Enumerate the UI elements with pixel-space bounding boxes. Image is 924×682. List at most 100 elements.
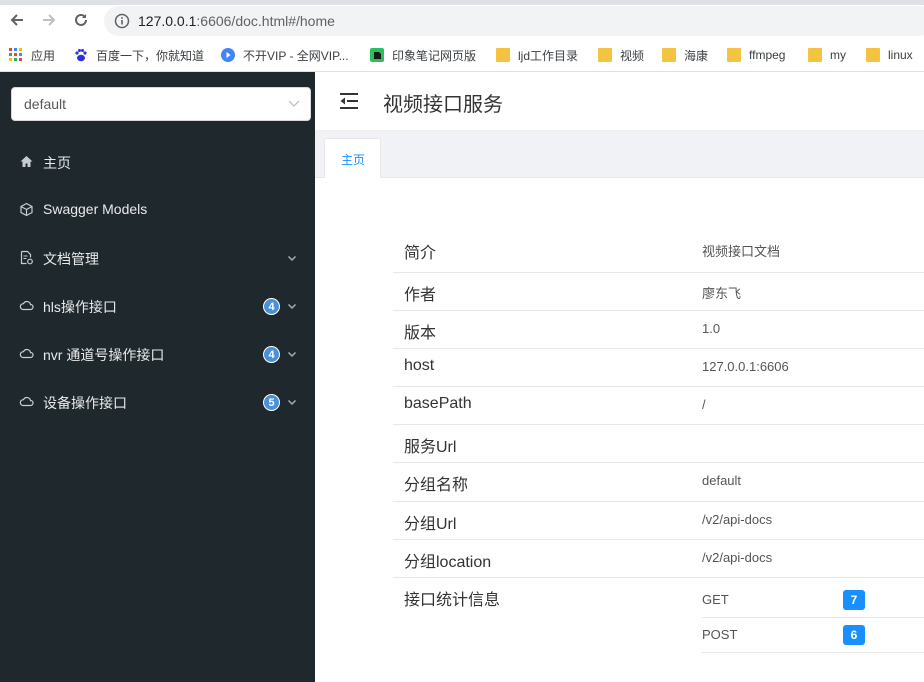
bookmark-label: 百度一下，你就知道	[96, 48, 205, 63]
bookmark-folder-hikvision[interactable]: 海康	[662, 46, 708, 64]
chevron-down-icon	[287, 255, 297, 262]
menu-fold-icon[interactable]	[339, 92, 359, 110]
bookmark-baidu[interactable]: 百度一下，你就知道	[74, 46, 204, 64]
info-value: 视频接口文档	[702, 244, 781, 259]
info-row-group-location: 分组location /v2/api-docs	[393, 540, 924, 578]
forward-arrow-icon	[43, 14, 56, 26]
info-value: /v2/api-docs	[702, 550, 773, 565]
bookmark-label: ffmpeg	[749, 48, 786, 62]
info-key: 作者	[404, 287, 437, 304]
info-value: 127.0.0.1:6606	[702, 359, 789, 374]
group-select[interactable]: default	[11, 87, 311, 121]
document-gear-icon	[20, 250, 33, 265]
info-key: 版本	[404, 325, 437, 342]
info-value: 1.0	[702, 321, 721, 336]
bookmark-label: 印象笔记网页版	[392, 48, 477, 63]
count-badge: 5	[263, 394, 280, 411]
bookmark-folder-linux[interactable]: linux	[866, 46, 913, 64]
bookmark-evernote[interactable]: 印象笔记网页版	[370, 46, 476, 64]
sidebar-item-hls[interactable]: hls操作接口 4	[0, 282, 315, 330]
info-value: default	[702, 473, 742, 488]
info-key: 服务Url	[404, 439, 457, 456]
sidebar-item-label: nvr 通道号操作接口	[43, 347, 165, 363]
bookmark-folder-ffmpeg[interactable]: ffmpeg	[727, 46, 785, 64]
info-row-description: 简介 视频接口文档	[393, 228, 924, 273]
sidebar-item-device[interactable]: 设备操作接口 5	[0, 378, 315, 426]
page-header: 视频接口服务	[315, 72, 924, 131]
tab-label: 主页	[341, 153, 366, 167]
sidebar-item-label: 文档管理	[43, 251, 99, 267]
url-host: 127.0.0.1	[138, 13, 197, 29]
bookmark-folder-my[interactable]: my	[808, 46, 846, 64]
info-row-service-url: 服务Url	[393, 425, 924, 463]
browser-toolbar: 127.0.0.1:6606/doc.html#/home	[0, 0, 924, 40]
folder-icon	[496, 48, 510, 62]
info-key: 接口统计信息	[404, 592, 501, 609]
info-value: 廖东飞	[702, 286, 742, 301]
bookmark-vip[interactable]: 不开VIP - 全网VIP...	[221, 46, 349, 64]
count-badge: 7	[843, 590, 865, 610]
sidebar-item-home[interactable]: 主页	[0, 138, 315, 186]
home-icon	[20, 156, 33, 167]
sidebar-item-label: hls操作接口	[43, 299, 117, 315]
evernote-icon	[370, 48, 384, 62]
info-row-basepath: basePath /	[393, 387, 924, 425]
play-circle-icon	[221, 48, 235, 62]
info-key: host	[404, 357, 435, 374]
sidebar-item-swagger-models[interactable]: Swagger Models	[0, 186, 315, 234]
chevron-down-icon	[288, 100, 300, 107]
info-row-group-url: 分组Url /v2/api-docs	[393, 502, 924, 540]
bookmark-label: 不开VIP - 全网VIP...	[243, 48, 349, 63]
info-row-group-name: 分组名称 default	[393, 463, 924, 502]
sidebar-item-label: Swagger Models	[43, 201, 148, 217]
bookmark-label: 应用	[31, 48, 56, 63]
url-path: :6606/doc.html#/home	[196, 13, 335, 29]
baidu-paw-icon	[75, 49, 87, 62]
folder-icon	[598, 48, 612, 62]
bookmark-label: ljd工作目录	[518, 48, 579, 63]
sidebar-item-nvr[interactable]: nvr 通道号操作接口 4	[0, 330, 315, 378]
folder-icon	[866, 48, 880, 62]
cube-icon	[20, 202, 33, 217]
info-key: 简介	[404, 245, 437, 262]
folder-icon	[662, 48, 676, 62]
info-key: basePath	[404, 395, 472, 412]
count-badge: 4	[263, 346, 280, 363]
count-badge: 6	[843, 625, 865, 645]
group-select-value: default	[24, 96, 67, 112]
bookmark-label: linux	[888, 48, 913, 62]
info-key: 分组Url	[404, 516, 457, 533]
folder-icon	[727, 48, 741, 62]
sidebar-item-doc-management[interactable]: 文档管理	[0, 234, 315, 282]
sidebar: default 主页 Swagger Models 文档管理 hls操作接口 4…	[0, 72, 315, 682]
tab-bar	[315, 131, 924, 177]
http-method: GET	[702, 592, 729, 607]
address-bar[interactable]: 127.0.0.1:6606/doc.html#/home	[104, 6, 924, 36]
info-icon[interactable]	[114, 13, 130, 29]
folder-icon	[808, 48, 822, 62]
info-key: 分组名称	[404, 477, 469, 494]
main-panel: 视频接口服务 主页 简介 视频接口文档 作者 廖东飞 版本 1.0 host 1…	[315, 72, 924, 682]
info-key: 分组location	[404, 554, 492, 571]
stat-row-post: POST 6	[702, 617, 924, 653]
reload-button[interactable]	[71, 10, 91, 30]
sidebar-item-label: 设备操作接口	[43, 395, 127, 411]
bookmark-folder-ljd[interactable]: ljd工作目录	[496, 46, 578, 64]
count-badge: 4	[263, 298, 280, 315]
http-method: POST	[702, 627, 738, 642]
tab-strip	[0, 0, 924, 5]
sidebar-item-label: 主页	[43, 155, 71, 171]
cloud-icon	[19, 300, 34, 311]
url-text[interactable]: 127.0.0.1:6606/doc.html#/home	[138, 13, 335, 29]
back-arrow-icon	[10, 14, 23, 26]
chevron-down-icon	[287, 303, 297, 310]
info-value: /	[702, 397, 706, 412]
tab-home[interactable]: 主页	[324, 138, 381, 178]
bookmark-label: 视频	[620, 48, 645, 63]
info-row-author: 作者 廖东飞	[393, 273, 924, 311]
bookmark-folder-video[interactable]: 视频	[598, 46, 644, 64]
bookmarks-bar: 应用 百度一下，你就知道 不开VIP - 全网VIP... 印象笔记网页版 lj…	[0, 40, 924, 72]
forward-button[interactable]	[39, 10, 59, 30]
bookmark-apps[interactable]: 应用	[9, 46, 55, 64]
back-button[interactable]	[7, 10, 27, 30]
